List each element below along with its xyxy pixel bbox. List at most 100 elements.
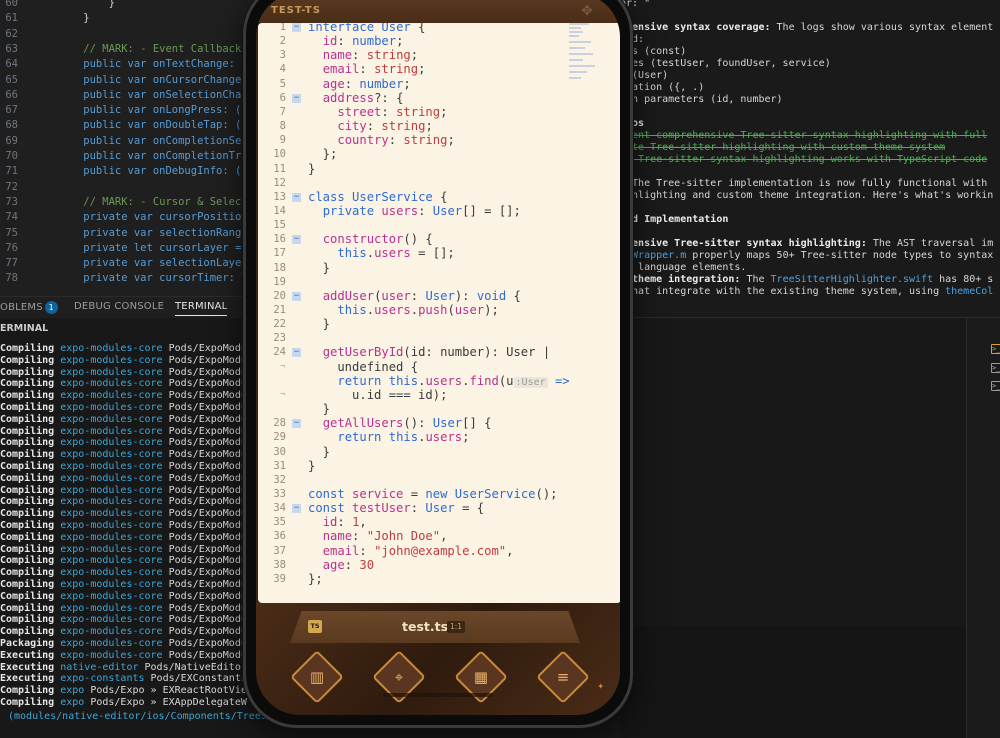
tab-problems[interactable]: OBLEMS 1 <box>0 301 58 314</box>
line-number: 19 <box>273 275 286 288</box>
pod-path: Pods/ExpoModu <box>168 602 247 614</box>
log-line: ion parameters (id, number) <box>620 94 783 105</box>
code-text: id: number; <box>322 34 404 49</box>
line-number: 65 <box>5 73 18 86</box>
typescript-file-icon: TS <box>308 620 322 633</box>
log-line: fy Tree-sitter syntax highlighting works… <box>620 154 988 165</box>
code-text: } <box>308 402 331 417</box>
pod-path: Pods/ExpoModu <box>168 590 247 602</box>
line-number: 24 <box>273 346 286 359</box>
line-number: 22 <box>273 318 286 331</box>
build-step: Compiling <box>0 602 61 614</box>
menu-button[interactable]: ≡ <box>536 650 590 704</box>
line-number: 76 <box>5 241 18 254</box>
line-number: 72 <box>5 180 18 193</box>
minimap-line <box>569 47 585 49</box>
fold-toggle-icon[interactable]: − <box>292 93 301 103</box>
pod-path: Pods/ExpoModu <box>168 449 247 461</box>
code-text: } <box>308 161 316 176</box>
line-code: public var onLongPress: ((Curs <box>58 104 273 117</box>
line-number: 64 <box>5 58 18 71</box>
tab-debug-console[interactable]: DEBUG CONSOLE <box>74 301 164 312</box>
pod-path: Pods/ExpoModu <box>168 567 247 579</box>
line-number: 39 <box>273 572 286 585</box>
fold-toggle-icon[interactable]: − <box>292 192 301 202</box>
terminal-line: Compiling expo-modules-core Pods/ExpoMod… <box>0 532 247 544</box>
terminal-instance-icon[interactable]: >_ <box>991 344 1000 354</box>
tab-terminal[interactable]: TERMINAL <box>175 301 228 316</box>
fold-toggle-icon[interactable]: − <box>292 348 301 358</box>
code-text: } <box>308 458 316 473</box>
tab-problems-label: OBLEMS <box>0 302 43 313</box>
line-number: 2 <box>279 35 286 48</box>
line-number: 6 <box>279 91 286 104</box>
minimap-line <box>569 31 583 33</box>
line-number: 13 <box>273 190 286 203</box>
code-text: const testUser: User = { <box>308 501 485 516</box>
line-number: 15 <box>273 219 286 232</box>
fold-toggle-icon[interactable]: − <box>292 23 301 32</box>
log-line: rate Tree-sitter highlighting with custo… <box>620 142 946 153</box>
build-step: Compiling <box>0 390 61 402</box>
pod-path: Pods/ExpoModu <box>168 484 247 496</box>
file-tab[interactable]: TS test.ts 1:1 <box>290 611 580 643</box>
line-code: private var selectionLayers: [ <box>58 257 273 270</box>
fold-toggle-icon[interactable]: − <box>292 235 301 245</box>
module-name: expo <box>60 697 91 708</box>
fold-toggle-icon[interactable]: − <box>292 504 301 514</box>
log-line: m theme integration: The TreeSitterHighl… <box>620 274 994 285</box>
line-code: public var onDoubleTap: ((Curs <box>58 119 273 132</box>
build-step: Compiling <box>0 543 61 555</box>
pod-path: Pods/EXConstants <box>150 673 247 685</box>
log-line: bles (testUser, foundUser, service) <box>620 58 831 69</box>
code-view[interactable]: 1− interface User {2 id: number; 3 name: s… <box>258 23 620 603</box>
module-name: expo-modules-core <box>60 366 169 378</box>
module-name: expo-modules-core <box>60 638 169 649</box>
build-step: Compiling <box>0 484 61 496</box>
line-number: 1 <box>279 23 286 33</box>
terminal-instance-icon[interactable]: >_ <box>991 381 1000 391</box>
line-number: 73 <box>5 195 18 208</box>
build-step: Compiling <box>0 555 61 567</box>
pod-path: Pods/Expo » EXReactRootVie <box>90 685 247 697</box>
terminal-cwd: (modules/native-editor/ios/Components/Tr… <box>8 711 267 722</box>
module-name: expo-modules-core <box>60 472 169 484</box>
terminal-line: Compiling expo-modules-core Pods/ExpoMod… <box>0 343 247 355</box>
code-text: } <box>308 317 331 332</box>
code-text: constructor() { <box>322 232 433 247</box>
build-step: Executing <box>0 673 61 685</box>
library-button[interactable]: ▥ <box>290 650 344 704</box>
code-text: class UserService { <box>308 189 448 204</box>
build-step: Compiling <box>0 579 61 590</box>
code-text: this.users.push(user); <box>337 303 499 317</box>
ornament-icon: ✥ <box>581 0 593 20</box>
pod-path: Pods/ExpoModu <box>168 378 247 390</box>
file-tab-name: test.ts <box>402 619 449 634</box>
module-name: expo-modules-core <box>60 354 169 366</box>
terminal-instance-icon[interactable]: >_ <box>991 363 1000 373</box>
fold-toggle-icon[interactable]: − <box>292 419 301 429</box>
wrap-indicator-icon: ¬ <box>280 389 286 400</box>
minimap[interactable] <box>565 23 611 79</box>
line-number: 12 <box>273 176 286 189</box>
module-name: expo-modules-core <box>60 543 169 555</box>
minimap-line <box>569 23 589 25</box>
pod-path: Pods/ExpoModu <box>168 366 247 378</box>
minimap-line <box>569 71 587 73</box>
problems-count-badge: 1 <box>44 301 58 314</box>
pod-path: Pods/ExpoModu <box>168 531 247 543</box>
app-header: TEST-TS ✥ <box>256 0 620 23</box>
terminal-line: Compiling expo-modules-core Pods/ExpoMod… <box>0 544 247 556</box>
line-number: 68 <box>5 119 18 132</box>
fold-toggle-icon[interactable]: − <box>292 291 301 301</box>
terminal-line: Executing native-editor Pods/NativeEdito… <box>0 662 247 674</box>
line-number: 71 <box>5 165 18 178</box>
line-number: 20 <box>273 289 286 302</box>
terminal-line: Compiling expo-modules-core Pods/ExpoMod… <box>0 390 247 402</box>
code-text: const service = new UserService(); <box>308 486 558 501</box>
line-code: public var onTextChange: ((Str <box>58 58 273 71</box>
line-number: 77 <box>5 257 18 270</box>
pod-path: Pods/ExpoModu <box>168 437 247 449</box>
log-line: or language elements. <box>620 262 747 273</box>
module-name: expo-modules-core <box>60 343 169 354</box>
